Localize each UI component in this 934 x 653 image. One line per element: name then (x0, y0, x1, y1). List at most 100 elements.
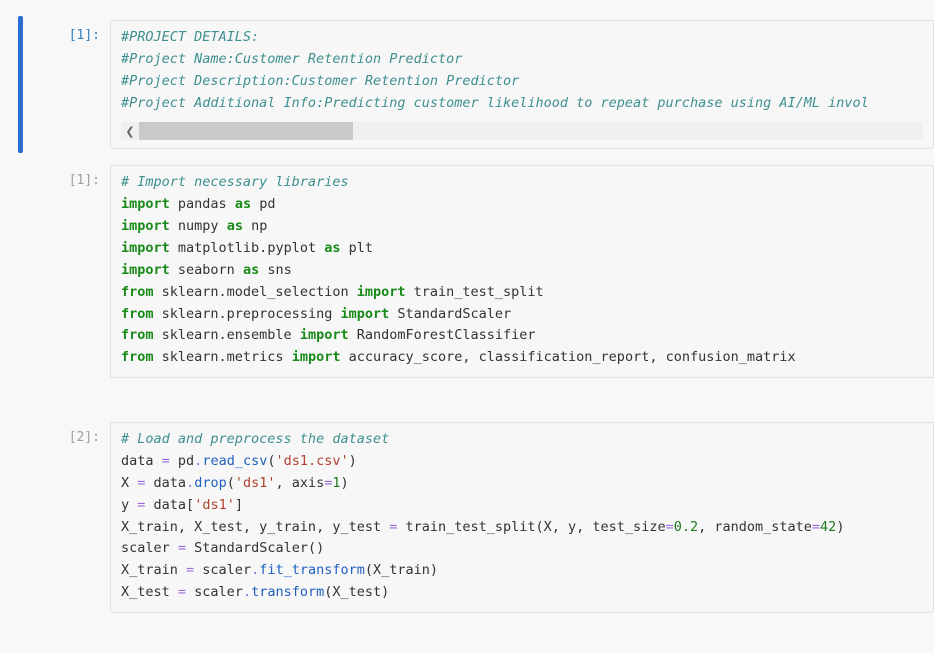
code-token: #PROJECT DETAILS: (121, 29, 259, 45)
code-token: 'ds1' (194, 497, 235, 513)
code-token: matplotlib.pyplot (170, 240, 324, 256)
code-token: transform (251, 584, 324, 600)
cell-body[interactable]: # Load and preprocess the dataset data =… (110, 422, 934, 613)
code-token: import (121, 240, 170, 256)
code-token: pd (170, 453, 194, 469)
code-token: ] (235, 497, 243, 513)
code-token: #Project Additional Info:Predicting cust… (121, 95, 869, 111)
code-token: X (121, 475, 137, 491)
code-token: X_test (121, 584, 178, 600)
code-cell[interactable]: [1]: #PROJECT DETAILS: #Project Name:Cust… (0, 16, 934, 153)
code-token: pandas (170, 196, 235, 212)
code-token: sns (259, 262, 292, 278)
code-token: . (243, 584, 251, 600)
code-token: data (121, 453, 162, 469)
code-token: import (121, 262, 170, 278)
code-token: , random_state (698, 519, 812, 535)
code-token: as (324, 240, 340, 256)
code-token: sklearn.preprocessing (154, 306, 341, 322)
code-token: as (235, 196, 251, 212)
code-token: train_test_split (406, 284, 544, 300)
code-token: data[ (145, 497, 194, 513)
code-token: as (227, 218, 243, 234)
scrollbar-track[interactable] (139, 122, 905, 140)
code-token: # Import necessary libraries (121, 174, 349, 190)
code-token: train_test_split(X, y, test_size (397, 519, 665, 535)
code-token: 'ds1' (235, 475, 276, 491)
code-token: ) (341, 475, 349, 491)
horizontal-scrollbar[interactable]: ❮ (121, 122, 923, 140)
code-token: = (162, 453, 170, 469)
code-block[interactable]: #PROJECT DETAILS: #Project Name:Customer… (121, 27, 923, 114)
code-token: read_csv (202, 453, 267, 469)
cell-prompt: [2]: (0, 422, 110, 613)
code-token: #Project Name:Customer Retention Predict… (121, 51, 462, 67)
code-token: 'ds1.csv' (275, 453, 348, 469)
code-block[interactable]: # Load and preprocess the dataset data =… (121, 429, 923, 604)
code-token: = (178, 584, 186, 600)
code-token: scaler (186, 584, 243, 600)
code-token: 1 (332, 475, 340, 491)
code-token: ) (349, 453, 357, 469)
code-token: import (340, 306, 389, 322)
code-token: import (121, 218, 170, 234)
code-token: . (186, 475, 194, 491)
chevron-left-icon: ❮ (125, 125, 134, 138)
code-token: plt (340, 240, 373, 256)
cell-prompt: [1]: (0, 20, 110, 149)
scroll-right-button[interactable] (905, 122, 923, 140)
code-token: accuracy_score, classification_report, c… (340, 349, 795, 365)
code-token: pd (251, 196, 275, 212)
code-cell[interactable]: [2]: # Load and preprocess the dataset da… (0, 418, 934, 617)
code-token: = (186, 562, 194, 578)
code-token: drop (194, 475, 227, 491)
code-token: ( (227, 475, 235, 491)
notebook: [1]: #PROJECT DETAILS: #Project Name:Cust… (0, 0, 934, 617)
scroll-left-button[interactable]: ❮ (121, 122, 139, 140)
code-token: 0.2 (674, 519, 698, 535)
code-token: as (243, 262, 259, 278)
code-token: sklearn.ensemble (154, 327, 300, 343)
code-block[interactable]: # Import necessary libraries import pand… (121, 172, 923, 369)
code-token: X_train (121, 562, 186, 578)
code-token: from (121, 349, 154, 365)
cell-prompt-label: [1]: (69, 173, 100, 188)
code-token: StandardScaler() (186, 540, 324, 556)
code-token: import (121, 196, 170, 212)
code-token: import (300, 327, 349, 343)
code-token: (X_train) (365, 562, 438, 578)
code-cell[interactable]: [1]: # Import necessary libraries import … (0, 161, 934, 382)
code-token: RandomForestClassifier (349, 327, 536, 343)
code-token: , axis (275, 475, 324, 491)
code-token: numpy (170, 218, 227, 234)
cell-body[interactable]: #PROJECT DETAILS: #Project Name:Customer… (110, 20, 934, 149)
code-token: from (121, 284, 154, 300)
cell-prompt-label: [1]: (69, 28, 100, 43)
code-token: (X_test) (324, 584, 389, 600)
code-token: import (357, 284, 406, 300)
cell-gap (0, 390, 934, 418)
code-token: # Load and preprocess the dataset (121, 431, 389, 447)
cell-prompt-label: [2]: (69, 430, 100, 445)
code-token: scaler (194, 562, 251, 578)
code-token: = (666, 519, 674, 535)
code-token: X_train, X_test, y_train, y_test (121, 519, 389, 535)
code-token: StandardScaler (389, 306, 511, 322)
code-token: = (812, 519, 820, 535)
code-token: . (251, 562, 259, 578)
cell-prompt: [1]: (0, 165, 110, 378)
code-token: sklearn.metrics (154, 349, 292, 365)
scrollbar-thumb[interactable] (139, 122, 353, 140)
code-token: seaborn (170, 262, 243, 278)
cell-body[interactable]: # Import necessary libraries import pand… (110, 165, 934, 378)
code-token: import (292, 349, 341, 365)
code-token: 42 (820, 519, 836, 535)
code-token: = (178, 540, 186, 556)
code-token: data (145, 475, 186, 491)
code-token: from (121, 306, 154, 322)
code-token: sklearn.model_selection (154, 284, 357, 300)
code-token: ) (836, 519, 844, 535)
code-token: #Project Description:Customer Retention … (121, 73, 519, 89)
code-token: from (121, 327, 154, 343)
code-token: scaler (121, 540, 178, 556)
